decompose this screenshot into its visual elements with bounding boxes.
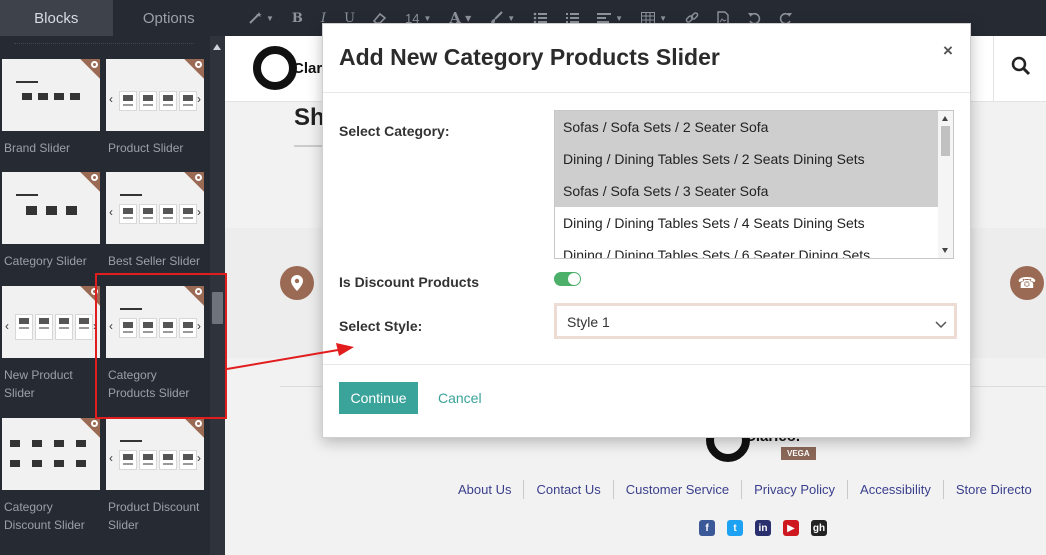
dialog-footer-divider bbox=[323, 364, 970, 365]
scroll-up-icon[interactable] bbox=[213, 44, 221, 50]
footer-links: About Us Contact Us Customer Service Pri… bbox=[446, 480, 1044, 499]
snippet-label: Product Discount Slider bbox=[108, 500, 200, 532]
footer-link-accessibility[interactable]: Accessibility bbox=[847, 480, 943, 499]
snippet-product-slider[interactable]: ‹ › Product Slider bbox=[106, 59, 204, 157]
select-category-label: Select Category: bbox=[339, 123, 450, 139]
category-multiselect[interactable]: Sofas / Sofa Sets / 2 Seater Sofa Dining… bbox=[554, 110, 954, 259]
style-select[interactable]: Style 1 bbox=[554, 303, 957, 339]
snippet-new-product-slider[interactable]: ‹ › New Product Slider bbox=[2, 286, 100, 402]
heading-underline bbox=[294, 145, 324, 147]
footer-link-about[interactable]: About Us bbox=[446, 480, 523, 499]
snippet-brand-slider[interactable]: Brand Slider bbox=[2, 59, 100, 157]
footer-link-customer-service[interactable]: Customer Service bbox=[612, 480, 741, 499]
snippet-category-slider[interactable]: Category Slider bbox=[2, 172, 100, 270]
discount-label: Is Discount Products bbox=[339, 274, 480, 290]
snippet-label: New Product Slider bbox=[4, 368, 73, 400]
page-heading: Sh bbox=[294, 104, 325, 131]
magic-wand-icon[interactable]: ▼ bbox=[239, 0, 283, 36]
snippet-thumbnail: ‹ › bbox=[2, 286, 100, 358]
github-icon[interactable]: gh bbox=[811, 520, 827, 536]
search-icon[interactable] bbox=[1011, 56, 1035, 80]
linkedin-icon[interactable]: in bbox=[755, 520, 771, 536]
footer-link-contact[interactable]: Contact Us bbox=[523, 480, 612, 499]
tab-blocks[interactable]: Blocks bbox=[0, 0, 113, 36]
toggle-knob bbox=[568, 273, 580, 285]
header-divider bbox=[993, 36, 994, 102]
footer-link-privacy[interactable]: Privacy Policy bbox=[741, 480, 847, 499]
clarico-badge-icon bbox=[91, 420, 98, 427]
add-slider-dialog: Add New Category Products Slider × Selec… bbox=[322, 23, 971, 438]
snippet-thumbnail bbox=[2, 59, 100, 131]
highlight-box bbox=[95, 273, 227, 419]
category-option[interactable]: Dining / Dining Tables Sets / 4 Seats Di… bbox=[555, 207, 938, 239]
snippet-category-discount-slider[interactable]: Category Discount Slider bbox=[2, 418, 100, 534]
snippet-best-seller-slider[interactable]: ‹ › Best Seller Slider bbox=[106, 172, 204, 270]
snippet-label: Category Discount Slider bbox=[4, 500, 85, 532]
location-pin-icon bbox=[280, 266, 314, 300]
clarico-badge-icon bbox=[195, 174, 202, 181]
snippet-thumbnail: ‹ › bbox=[106, 59, 204, 131]
footer-logo-badge: VEGA bbox=[781, 447, 816, 460]
snippet-thumbnail: ‹ › bbox=[106, 172, 204, 244]
clarico-badge-icon bbox=[91, 61, 98, 68]
clarico-badge-icon bbox=[195, 420, 202, 427]
continue-button[interactable]: Continue bbox=[339, 382, 418, 414]
close-icon[interactable]: × bbox=[943, 41, 953, 61]
snippet-thumbnail bbox=[2, 418, 100, 490]
bold-icon[interactable]: B bbox=[283, 0, 312, 36]
snippet-label: Best Seller Slider bbox=[108, 254, 201, 268]
dialog-header-divider bbox=[323, 92, 970, 93]
clarico-badge-icon bbox=[195, 61, 202, 68]
snippet-thumbnail: ‹ › bbox=[106, 418, 204, 490]
snippet-label: Product Slider bbox=[108, 141, 184, 155]
category-list-scrollbar[interactable] bbox=[938, 111, 953, 258]
snippet-label: Category Slider bbox=[4, 254, 87, 268]
phone-icon: ☎ bbox=[1010, 266, 1044, 300]
snippet-thumbnail bbox=[2, 172, 100, 244]
scroll-down-icon[interactable] bbox=[942, 248, 948, 253]
category-option[interactable]: Sofas / Sofa Sets / 3 Seater Sofa bbox=[555, 175, 938, 207]
scroll-up-icon[interactable] bbox=[942, 116, 948, 121]
footer-link-store-directory[interactable]: Store Directo bbox=[942, 480, 1044, 499]
category-option[interactable]: Dining / Dining Tables Sets / 6 Seater D… bbox=[555, 239, 938, 258]
youtube-icon[interactable]: ▶ bbox=[783, 520, 799, 536]
twitter-icon[interactable]: t bbox=[727, 520, 743, 536]
chevron-down-icon bbox=[935, 316, 947, 334]
category-option[interactable]: Dining / Dining Tables Sets / 2 Seats Di… bbox=[555, 143, 938, 175]
clarico-badge-icon bbox=[91, 174, 98, 181]
cancel-button[interactable]: Cancel bbox=[438, 390, 482, 406]
style-select-value: Style 1 bbox=[567, 314, 610, 330]
scrollbar-thumb[interactable] bbox=[941, 126, 950, 156]
dialog-title: Add New Category Products Slider bbox=[339, 44, 720, 70]
select-style-label: Select Style: bbox=[339, 318, 423, 334]
discount-toggle[interactable] bbox=[554, 272, 581, 286]
snippet-product-discount-slider[interactable]: ‹ › Product Discount Slider bbox=[106, 418, 204, 534]
category-option[interactable]: Sofas / Sofa Sets / 2 Seater Sofa bbox=[555, 111, 938, 143]
facebook-icon[interactable]: f bbox=[699, 520, 715, 536]
site-logo[interactable] bbox=[253, 46, 297, 90]
hidden-snippet-edge bbox=[14, 38, 194, 44]
tab-options[interactable]: Options bbox=[113, 0, 226, 36]
snippet-label: Brand Slider bbox=[4, 141, 71, 155]
panel-tabs: Blocks Options bbox=[0, 0, 225, 36]
social-links: f t in ▶ gh bbox=[699, 520, 827, 536]
